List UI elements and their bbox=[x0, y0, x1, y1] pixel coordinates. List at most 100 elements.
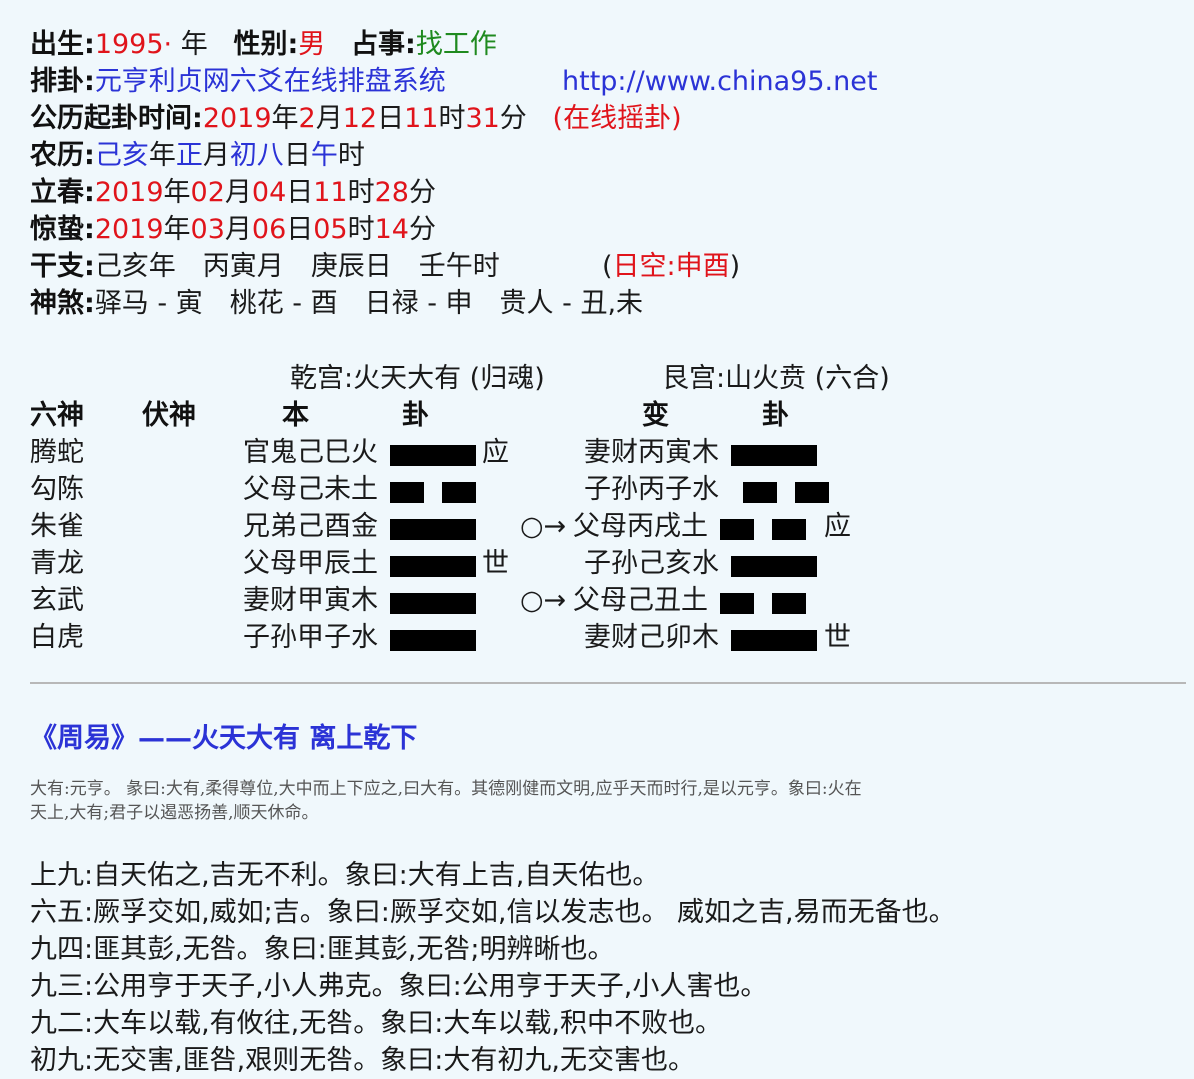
time-month-unit: 月 bbox=[315, 103, 343, 134]
bian-shiying-mark: 应 bbox=[824, 511, 851, 542]
lichun-year: 2019 bbox=[94, 177, 164, 208]
jingzhe-label: 惊蛰: bbox=[30, 214, 95, 245]
lunar-hour: 午 bbox=[310, 140, 338, 171]
head-fushen: 伏神 bbox=[142, 400, 196, 431]
moving-mark: ○→ bbox=[520, 511, 567, 542]
jingzhe-line: 惊蛰:2019年03月06日05时14分 bbox=[30, 211, 436, 248]
lichun-month: 02 bbox=[190, 177, 225, 208]
yao-text-line: 六五:厥孚交如,威如;吉。象曰:厥孚交如,信以发志也。 威如之吉,易而无备也。 bbox=[30, 897, 956, 928]
ben-yao-label: 妻财甲寅木 bbox=[243, 585, 378, 616]
pai-line: 排卦:元亨利贞网六爻在线排盘系统 bbox=[30, 63, 446, 100]
liushen-cell: 玄武 bbox=[30, 585, 84, 616]
lunar-month: 正 bbox=[175, 140, 203, 171]
bian-yao-label: 子孙己亥水 bbox=[584, 548, 719, 579]
ben-shiying-mark: 应 bbox=[482, 437, 509, 468]
jingzhe-year-unit: 年 bbox=[163, 214, 191, 245]
jingzhe-hour-unit: 时 bbox=[347, 214, 375, 245]
bian-line-yang bbox=[731, 630, 817, 651]
liushen-cell: 朱雀 bbox=[30, 511, 84, 542]
liushen-cell: 青龙 bbox=[30, 548, 84, 579]
lichun-year-unit: 年 bbox=[163, 177, 191, 208]
liushen-cell: 白虎 bbox=[30, 622, 84, 653]
birth-label: 出生: bbox=[30, 29, 95, 60]
kong-open: ( bbox=[602, 251, 613, 282]
lunar-year: 己亥 bbox=[94, 140, 149, 171]
birth-year: 1995· bbox=[94, 29, 173, 60]
ben-shiying-mark: 世 bbox=[482, 548, 509, 579]
bian-line-yin-left bbox=[743, 482, 777, 503]
lichun-day-unit: 日 bbox=[286, 177, 314, 208]
time-year: 2019 bbox=[202, 103, 272, 134]
divider bbox=[30, 682, 1186, 684]
jingzhe-month: 03 bbox=[190, 214, 225, 245]
jingzhe-year: 2019 bbox=[94, 214, 164, 245]
shensha-value: 驿马 - 寅 桃花 - 酉 日禄 - 申 贵人 - 丑,未 bbox=[94, 288, 644, 319]
lichun-day: 04 bbox=[251, 177, 287, 208]
ben-line-yang bbox=[390, 445, 476, 466]
lichun-hour: 11 bbox=[313, 177, 348, 208]
pai-label: 排卦: bbox=[30, 66, 95, 97]
bian-line-yin-right bbox=[772, 519, 806, 540]
lichun-hour-unit: 时 bbox=[347, 177, 375, 208]
ben-line-yang bbox=[390, 630, 476, 651]
topic-label: 占事: bbox=[351, 29, 416, 60]
bian-yao-label: 妻财丙寅木 bbox=[584, 437, 719, 468]
lichun-minute-unit: 分 bbox=[408, 177, 436, 208]
ganzhi-label: 干支: bbox=[30, 251, 95, 282]
bian-yao-label: 子孙丙子水 bbox=[584, 474, 719, 505]
lunar-line: 农历:己亥年正月初八日午时 bbox=[30, 137, 365, 174]
gender-label: 性别: bbox=[233, 29, 299, 60]
ben-palace: 乾宫:火天大有 (归魂) bbox=[290, 363, 545, 394]
head-gua-bian: 卦 bbox=[762, 400, 789, 431]
head-liushen: 六神 bbox=[30, 400, 84, 431]
bian-line-yin-left bbox=[720, 593, 754, 614]
jingzhe-hour: 05 bbox=[313, 214, 348, 245]
bian-yao-label: 父母己丑土 bbox=[573, 585, 708, 616]
lichun-minute: 28 bbox=[374, 177, 409, 208]
yao-text-line: 九二:大车以载,有攸往,无咎。象曰:大车以载,积中不败也。 bbox=[30, 1008, 722, 1039]
pai-url-link[interactable]: http://www.china95.net bbox=[562, 63, 877, 100]
time-label: 公历起卦时间: bbox=[30, 103, 203, 134]
liushen-cell: 勾陈 bbox=[30, 474, 84, 505]
shensha-label: 神煞: bbox=[30, 288, 95, 319]
kong-wrap: (日空:申酉) bbox=[602, 248, 740, 285]
ben-line-yang bbox=[390, 519, 476, 540]
time-day-unit: 日 bbox=[377, 103, 405, 134]
ben-yao-label: 子孙甲子水 bbox=[243, 622, 378, 653]
head-bian: 变 bbox=[642, 400, 669, 431]
lunar-month-unit: 月 bbox=[202, 140, 230, 171]
zhouyi-title: 《周易》——火天大有 离上乾下 bbox=[30, 723, 418, 754]
lunar-year-unit: 年 bbox=[148, 140, 176, 171]
ben-yao-label: 父母己未土 bbox=[243, 474, 378, 505]
time-note: (在线摇卦) bbox=[552, 103, 682, 134]
time-minute-unit: 分 bbox=[499, 103, 527, 134]
head-gua-ben: 卦 bbox=[402, 400, 429, 431]
shensha-line: 神煞:驿马 - 寅 桃花 - 酉 日禄 - 申 贵人 - 丑,未 bbox=[30, 285, 643, 322]
ben-line-yang bbox=[390, 556, 476, 577]
kong-value: 日空:申酉 bbox=[612, 251, 730, 282]
ben-line-yin-right bbox=[442, 482, 476, 503]
tuan-line-1: 大有:元亨。 彖曰:大有,柔得尊位,大中而上下应之,曰大有。其德刚健而文明,应乎… bbox=[30, 779, 862, 799]
gender-value: 男 bbox=[298, 29, 326, 60]
lichun-label: 立春: bbox=[30, 177, 95, 208]
ben-line-yang bbox=[390, 593, 476, 614]
yao-text-line: 九三:公用亨于天子,小人弗克。象曰:公用亨于天子,小人害也。 bbox=[30, 971, 768, 1002]
topic-value: 找工作 bbox=[415, 29, 497, 60]
birth-line: 出生:1995· 年 性别:男 占事:找工作 bbox=[30, 26, 497, 63]
yao-text-line: 初九:无交害,匪咎,艰则无咎。象曰:大有初九,无交害也。 bbox=[30, 1045, 695, 1076]
pai-system-link[interactable]: 元亨利贞网六爻在线排盘系统 bbox=[95, 66, 446, 97]
yao-text-line: 九四:匪其彭,无咎。象曰:匪其彭,无咎;明辨晰也。 bbox=[30, 934, 615, 965]
lunar-label: 农历: bbox=[30, 140, 95, 171]
bian-shiying-mark: 世 bbox=[824, 622, 851, 653]
moving-mark: ○→ bbox=[520, 585, 567, 616]
tuan-line-2: 天上,大有;君子以遏恶扬善,顺天休命。 bbox=[30, 803, 319, 823]
lunar-hour-unit: 时 bbox=[337, 140, 365, 171]
ganzhi-line: 干支:己亥年 丙寅月 庚辰日 壬午时 bbox=[30, 248, 500, 285]
ben-line-yin-left bbox=[390, 482, 424, 503]
time-hour: 11 bbox=[404, 103, 439, 134]
time-hour-unit: 时 bbox=[438, 103, 466, 134]
ganzhi-value: 己亥年 丙寅月 庚辰日 壬午时 bbox=[94, 251, 500, 282]
kong-close: ) bbox=[729, 251, 741, 282]
ben-yao-label: 兄弟己酉金 bbox=[243, 511, 378, 542]
lunar-day-unit: 日 bbox=[283, 140, 311, 171]
